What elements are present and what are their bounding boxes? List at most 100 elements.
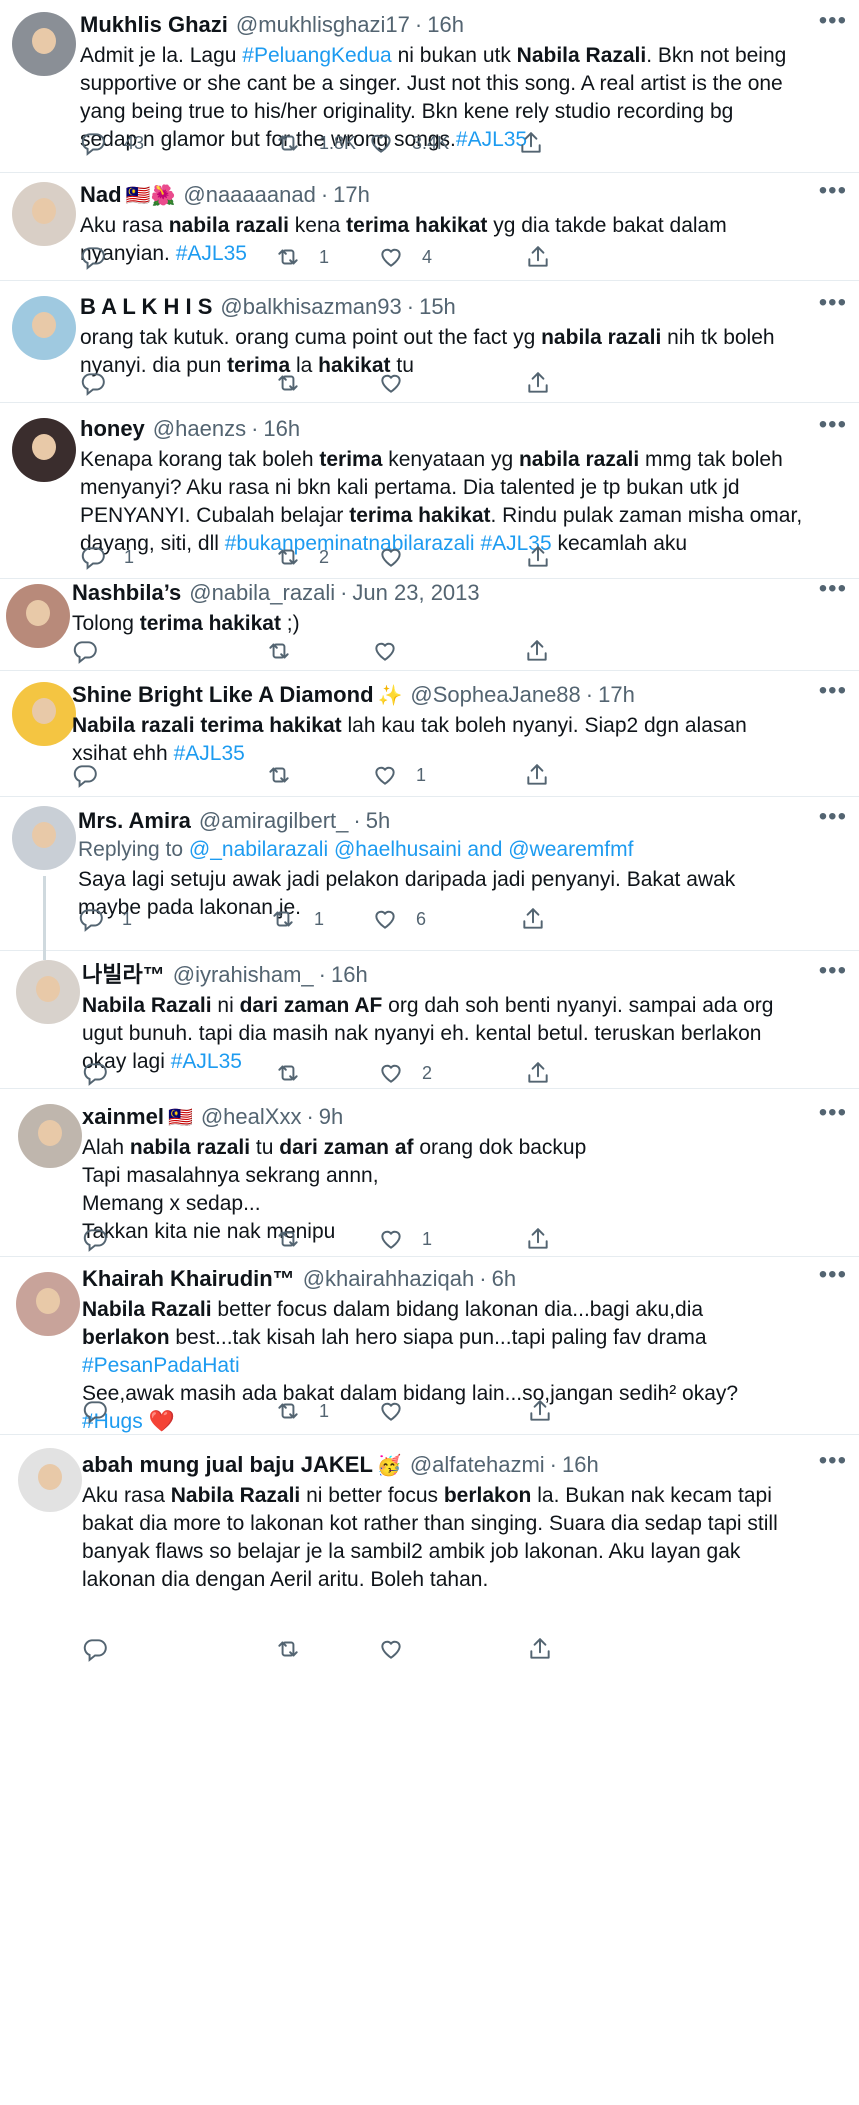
timestamp[interactable]: 9h [319,1102,343,1132]
more-icon[interactable]: ••• [819,679,847,703]
display-name[interactable]: B A L K H I S [80,292,212,322]
like-button[interactable]: 2 [378,1058,432,1088]
hashtag-link[interactable]: #PesanPadaHati [82,1354,240,1377]
display-name[interactable]: Nashbila’s [72,578,181,608]
reply-button[interactable] [72,760,116,790]
share-button[interactable] [524,760,550,790]
retweet-button[interactable]: 1 [275,1396,329,1426]
timestamp[interactable]: 15h [419,292,456,322]
share-button[interactable] [525,1058,551,1088]
tweet[interactable]: B A L K H I S @balkhisazman93 · 15h ••• orang… [0,280,859,403]
reply-button[interactable] [82,1396,126,1426]
like-button[interactable] [378,1396,422,1426]
user-handle[interactable]: @naaaaanad [183,180,315,210]
like-button[interactable] [378,368,422,398]
replying-to-users[interactable]: @_nabilarazali @haelhusaini and @wearemf… [189,838,634,861]
retweet-button[interactable]: 2 [275,542,329,572]
user-handle[interactable]: @alfatehazmi [410,1450,545,1480]
more-icon[interactable]: ••• [819,959,847,983]
retweet-button[interactable]: 1.8K [275,128,356,158]
avatar[interactable] [12,182,76,246]
share-button[interactable] [525,368,551,398]
more-icon[interactable]: ••• [819,1263,847,1287]
like-button[interactable]: 6 [372,904,426,934]
user-handle[interactable]: @mukhlisghazi17 [236,10,410,40]
display-name[interactable]: Mukhlis Ghazi [80,10,228,40]
reply-button[interactable] [72,636,116,666]
reply-button[interactable] [82,1224,126,1254]
more-icon[interactable]: ••• [819,9,847,33]
share-button[interactable] [525,242,551,272]
share-button[interactable] [527,1634,553,1664]
avatar[interactable] [12,12,76,76]
reply-button[interactable]: 1 [78,904,132,934]
tweet[interactable]: Shine Bright Like A Diamond ✨ @SopheaJane8… [0,670,859,797]
more-icon[interactable]: ••• [819,805,847,829]
user-handle[interactable]: @balkhisazman93 [220,292,401,322]
like-button[interactable]: 1 [372,760,426,790]
timestamp[interactable]: 16h [331,960,368,990]
like-button[interactable]: 3.4K [368,128,449,158]
reply-button[interactable]: 1 [80,542,134,572]
reply-button[interactable]: 43 [80,128,144,158]
display-name[interactable]: honey [80,414,145,444]
tweet[interactable]: Nashbila’s @nabila_razali · Jun 23, 2013 •••… [0,577,859,671]
retweet-button[interactable] [275,368,319,398]
share-button[interactable] [527,1396,553,1426]
share-button[interactable] [525,542,551,572]
timestamp[interactable]: 16h [562,1450,599,1480]
avatar[interactable] [12,418,76,482]
like-button[interactable] [378,1634,422,1664]
retweet-button[interactable] [275,1058,319,1088]
like-button[interactable]: 4 [378,242,432,272]
retweet-button[interactable]: 1 [270,904,324,934]
more-icon[interactable]: ••• [819,577,847,601]
share-button[interactable] [518,128,544,158]
display-name[interactable]: 나빌라™ [82,960,165,990]
tweet[interactable]: Mukhlis Ghazi @mukhlisghazi17 · 16h ••• Admit… [0,0,859,173]
retweet-button[interactable] [275,1224,319,1254]
display-name[interactable]: xainmel [82,1102,164,1132]
timestamp[interactable]: 5h [366,806,390,836]
avatar[interactable] [12,806,76,870]
user-handle[interactable]: @haenzs [153,414,246,444]
hashtag-link[interactable]: #PeluangKedua [242,44,391,67]
more-icon[interactable]: ••• [819,413,847,437]
avatar[interactable] [12,296,76,360]
like-button[interactable] [378,542,422,572]
retweet-button[interactable] [275,1634,319,1664]
more-icon[interactable]: ••• [819,1449,847,1473]
tweet[interactable]: abah mung jual baju JAKEL 🥳 @alfatehazmi · 1… [0,1434,859,1662]
share-button[interactable] [525,1224,551,1254]
share-button[interactable] [524,636,550,666]
tweet[interactable]: Mrs. Amira @amiragilbert_ · 5h ••• Replying t… [0,796,859,960]
more-icon[interactable]: ••• [819,1101,847,1125]
display-name[interactable]: Nad [80,180,122,210]
timestamp[interactable]: 16h [263,414,300,444]
display-name[interactable]: Shine Bright Like A Diamond [72,680,374,710]
tweet[interactable]: Nad 🇲🇾🌺 @naaaaanad · 17h ••• Aku rasa nabila r… [0,172,859,281]
timestamp[interactable]: 17h [598,680,635,710]
user-handle[interactable]: @healXxx [201,1102,302,1132]
user-handle[interactable]: @iyrahisham_ [173,960,314,990]
tweet[interactable]: 나빌라™ @iyrahisham_ · 16h ••• Nabila Razali ni … [0,950,859,1089]
reply-button[interactable] [80,242,124,272]
avatar[interactable] [16,1272,80,1336]
avatar[interactable] [12,682,76,746]
like-button[interactable] [372,636,416,666]
reply-button[interactable] [82,1058,126,1088]
display-name[interactable]: Mrs. Amira [78,806,191,836]
timestamp[interactable]: Jun 23, 2013 [352,578,479,608]
user-handle[interactable]: @amiragilbert_ [199,806,349,836]
more-icon[interactable]: ••• [819,179,847,203]
tweet[interactable]: xainmel 🇲🇾 @healXxx · 9h ••• Alah nabila razal… [0,1088,859,1257]
retweet-button[interactable] [266,636,310,666]
user-handle[interactable]: @nabila_razali [189,578,335,608]
more-icon[interactable]: ••• [819,291,847,315]
timestamp[interactable]: 16h [427,10,464,40]
user-handle[interactable]: @khairahhaziqah [303,1264,475,1294]
avatar[interactable] [18,1104,82,1168]
timestamp[interactable]: 6h [492,1264,516,1294]
reply-button[interactable] [82,1634,126,1664]
retweet-button[interactable]: 1 [275,242,329,272]
